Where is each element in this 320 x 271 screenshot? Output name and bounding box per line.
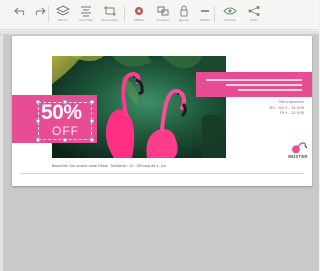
position-button[interactable]: Position	[194, 5, 216, 27]
bar-text-line	[238, 89, 302, 91]
redo-button[interactable]	[28, 5, 50, 27]
toolbar-divider	[48, 6, 49, 22]
lock-button[interactable]: Sperren	[173, 5, 195, 27]
toolbar-divider	[124, 6, 125, 22]
lock-icon	[180, 5, 188, 17]
crop-button[interactable]: Zuschneiden	[99, 4, 121, 27]
arrange-label: Anordnen	[156, 19, 170, 22]
flamingo-logo-icon[interactable]	[288, 141, 310, 155]
bar-text-line	[206, 79, 302, 81]
position-label: Position	[199, 19, 211, 22]
preview-label: Vorschau	[224, 19, 236, 22]
resize-handle-bl[interactable]	[36, 138, 40, 142]
bar-text-line	[226, 84, 302, 86]
layers-button[interactable]: Ebenen	[52, 5, 74, 27]
vertical-ruler[interactable]	[0, 35, 4, 271]
align-icon	[81, 6, 91, 17]
share-icon	[248, 6, 260, 16]
resize-handle-br[interactable]	[90, 138, 94, 142]
share-label: Teilen	[250, 19, 258, 22]
resize-handle-bottom[interactable]	[63, 138, 67, 142]
preview-icon	[223, 7, 237, 15]
sale-percent-text[interactable]: 50%	[41, 102, 91, 124]
crop-label: Zuschneiden	[101, 19, 119, 22]
layers-label: Ebenen	[58, 19, 68, 22]
toolbar-divider	[214, 6, 215, 22]
align-button[interactable]: Ausrichten	[75, 5, 97, 27]
undo-icon	[14, 7, 25, 16]
arrange-icon	[157, 6, 169, 16]
redo-icon	[35, 7, 46, 16]
opening-hours-line-1[interactable]: MO – DO 9 – 18 UHR	[236, 106, 304, 110]
resize-handle-left[interactable]	[36, 119, 40, 123]
sale-off-text[interactable]: OFF	[52, 125, 79, 137]
crop-icon	[104, 6, 116, 16]
footer-text[interactable]: Besuchen Sie unsere neue Filiale · Muste…	[52, 164, 252, 168]
resize-handle-tl[interactable]	[36, 100, 40, 104]
arrange-button[interactable]: Anordnen	[152, 5, 174, 27]
preview-button[interactable]: Vorschau	[219, 4, 241, 27]
opening-hours-line-2[interactable]: FR 9 – 20 UHR	[236, 111, 304, 115]
opening-hours-title[interactable]: Öffnungszeiten	[236, 100, 304, 104]
share-button[interactable]: Teilen	[243, 4, 265, 27]
position-icon	[201, 10, 209, 12]
footer-divider	[20, 173, 304, 174]
align-label: Ausrichten	[79, 19, 93, 22]
design-page[interactable]: 50% OFF Öffnungszeiten MO – DO 9 – 18 UH…	[12, 36, 312, 186]
logo-text[interactable]: MUSTER	[282, 154, 314, 159]
toolbar: Ebenen Ausrichten Zuschneiden Effekte An…	[0, 0, 319, 30]
effects-button[interactable]: Effekte	[128, 5, 150, 27]
layers-icon	[56, 5, 70, 16]
top-right-pink-bar[interactable]	[196, 72, 312, 97]
lock-label: Sperren	[178, 19, 190, 22]
effects-icon	[135, 7, 143, 15]
effects-label: Effekte	[134, 19, 144, 22]
horizontal-ruler[interactable]	[0, 31, 319, 35]
